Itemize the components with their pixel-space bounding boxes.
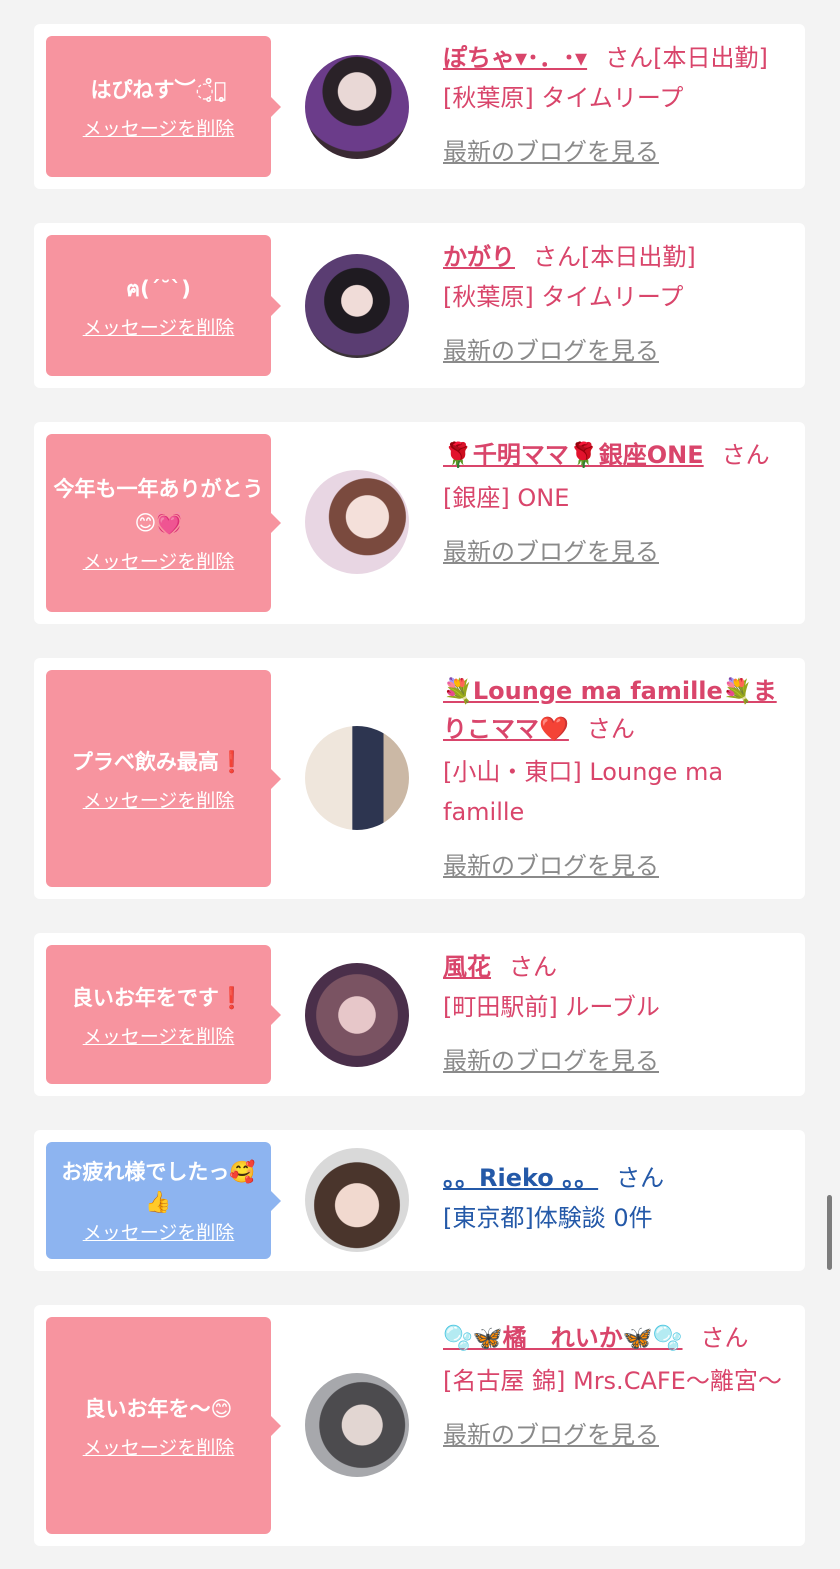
profile-info: ぽちゃ▾･．･▾ さん[本日出勤] [秋葉原] タイムリープ 最新のブログを見る: [443, 38, 793, 172]
message-text: 良いお年をです❗️: [71, 985, 246, 1010]
message-bubble: プラベ飲み最高❗️ メッセージを削除: [46, 670, 281, 887]
profile-info: 🫧🦋橘 れいか🦋🫧 さん [名古屋 錦] Mrs.CAFE〜離宮〜 最新のブログを…: [443, 1319, 793, 1455]
message-text: 良いお年を〜😊: [84, 1396, 233, 1421]
delete-message-link[interactable]: メッセージを削除: [83, 550, 235, 574]
profile-name-link[interactable]: かがり: [443, 243, 515, 271]
profile-info: 風花 さん [町田駅前] ルーブル 最新のブログを見る: [443, 947, 793, 1081]
profile-info: 🌹千明ママ🌹銀座ONE さん [銀座] ONE 最新のブログを見る: [443, 436, 793, 572]
latest-blog-link[interactable]: 最新のブログを見る: [443, 132, 659, 172]
message-bubble: 今年も一年ありがとう😊💓 メッセージを削除: [46, 434, 281, 612]
honorific: さん: [721, 441, 770, 469]
message-text: はぴねす︶◌̥̊⃝̥̥: [90, 77, 227, 102]
profile-name-link[interactable]: 🫧🦋橘 れいか🦋🫧: [443, 1324, 683, 1352]
shop-label: [秋葉原] タイムリープ: [443, 283, 684, 311]
message-text: お疲れ様でしたっ🥰👍: [61, 1159, 256, 1214]
avatar[interactable]: [305, 254, 409, 358]
profile-name-link[interactable]: 。。Rieko 。。: [443, 1164, 598, 1192]
profile-name-link[interactable]: 🌹千明ママ🌹銀座ONE: [443, 441, 704, 469]
message-card: はぴねす︶◌̥̊⃝̥̥ メッセージを削除 ぽちゃ▾･．･▾ さん[本日出勤] [秋…: [34, 24, 805, 189]
review-count-label: [東京都]体験談 0件: [443, 1204, 653, 1232]
honorific: さん: [616, 1164, 665, 1192]
avatar[interactable]: [305, 726, 409, 830]
status-badge: [本日出勤]: [653, 44, 768, 72]
message-text: プラベ飲み最高❗️: [71, 749, 246, 774]
message-text: 今年も一年ありがとう😊💓: [53, 477, 264, 535]
message-card: 良いお年を〜😊 メッセージを削除 🫧🦋橘 れいか🦋🫧 さん [名古屋 錦] Mrs…: [34, 1305, 805, 1546]
avatar[interactable]: [305, 470, 409, 574]
latest-blog-link[interactable]: 最新のブログを見る: [443, 331, 659, 371]
profile-info: かがり さん[本日出勤] [秋葉原] タイムリープ 最新のブログを見る: [443, 237, 793, 371]
delete-message-link[interactable]: メッセージを削除: [83, 1221, 235, 1245]
shop-label: [秋葉原] タイムリープ: [443, 84, 684, 112]
scrollbar[interactable]: [827, 1195, 832, 1270]
delete-message-link[interactable]: メッセージを削除: [83, 117, 235, 141]
shop-label: [町田駅前] ルーブル: [443, 993, 660, 1021]
delete-message-link[interactable]: メッセージを削除: [83, 789, 235, 813]
profile-name-link[interactable]: ぽちゃ▾･．･▾: [443, 44, 587, 72]
latest-blog-link[interactable]: 最新のブログを見る: [443, 1415, 659, 1455]
honorific: さん: [605, 44, 654, 72]
profile-info: 。。Rieko 。。 さん [東京都]体験談 0件: [443, 1158, 793, 1238]
avatar[interactable]: [305, 55, 409, 159]
honorific: さん: [700, 1324, 749, 1352]
message-card: プラベ飲み最高❗️ メッセージを削除 💐Lounge ma famille💐まり…: [34, 658, 805, 899]
message-bubble: はぴねす︶◌̥̊⃝̥̥ メッセージを削除: [46, 36, 281, 177]
shop-label: [小山・東口] Lounge ma famille: [443, 758, 724, 826]
avatar[interactable]: [305, 1373, 409, 1477]
latest-blog-link[interactable]: 最新のブログを見る: [443, 532, 659, 572]
delete-message-link[interactable]: メッセージを削除: [83, 1436, 235, 1460]
message-text: ฅ(ˊ˘ˋ): [126, 276, 191, 301]
shop-label: [名古屋 錦] Mrs.CAFE〜離宮〜: [443, 1367, 782, 1395]
message-card: 今年も一年ありがとう😊💓 メッセージを削除 🌹千明ママ🌹銀座ONE さん [銀座]…: [34, 422, 805, 624]
message-card: 良いお年をです❗️ メッセージを削除 風花 さん [町田駅前] ルーブル 最新のブ…: [34, 933, 805, 1096]
delete-message-link[interactable]: メッセージを削除: [83, 1025, 235, 1049]
message-bubble: お疲れ様でしたっ🥰👍 メッセージを削除: [46, 1142, 281, 1259]
message-bubble: 良いお年を〜😊 メッセージを削除: [46, 1317, 281, 1534]
avatar[interactable]: [305, 963, 409, 1067]
shop-label: [銀座] ONE: [443, 484, 570, 512]
honorific: さん: [586, 715, 635, 743]
message-card: お疲れ様でしたっ🥰👍 メッセージを削除 。。Rieko 。。 さん [東京都]体験…: [34, 1130, 805, 1271]
avatar[interactable]: [305, 1148, 409, 1252]
latest-blog-link[interactable]: 最新のブログを見る: [443, 846, 659, 886]
honorific: さん: [509, 953, 557, 981]
honorific: さん: [533, 243, 581, 271]
profile-name-link[interactable]: 風花: [443, 953, 491, 981]
delete-message-link[interactable]: メッセージを削除: [83, 316, 235, 340]
status-badge: [本日出勤]: [581, 243, 696, 271]
message-bubble: ฅ(ˊ˘ˋ) メッセージを削除: [46, 235, 281, 376]
latest-blog-link[interactable]: 最新のブログを見る: [443, 1041, 659, 1081]
message-bubble: 良いお年をです❗️ メッセージを削除: [46, 945, 281, 1084]
message-card: ฅ(ˊ˘ˋ) メッセージを削除 かがり さん[本日出勤] [秋葉原] タイムリープ…: [34, 223, 805, 388]
profile-info: 💐Lounge ma famille💐まりこママ❤️ さん [小山・東口] Lou…: [443, 672, 793, 886]
